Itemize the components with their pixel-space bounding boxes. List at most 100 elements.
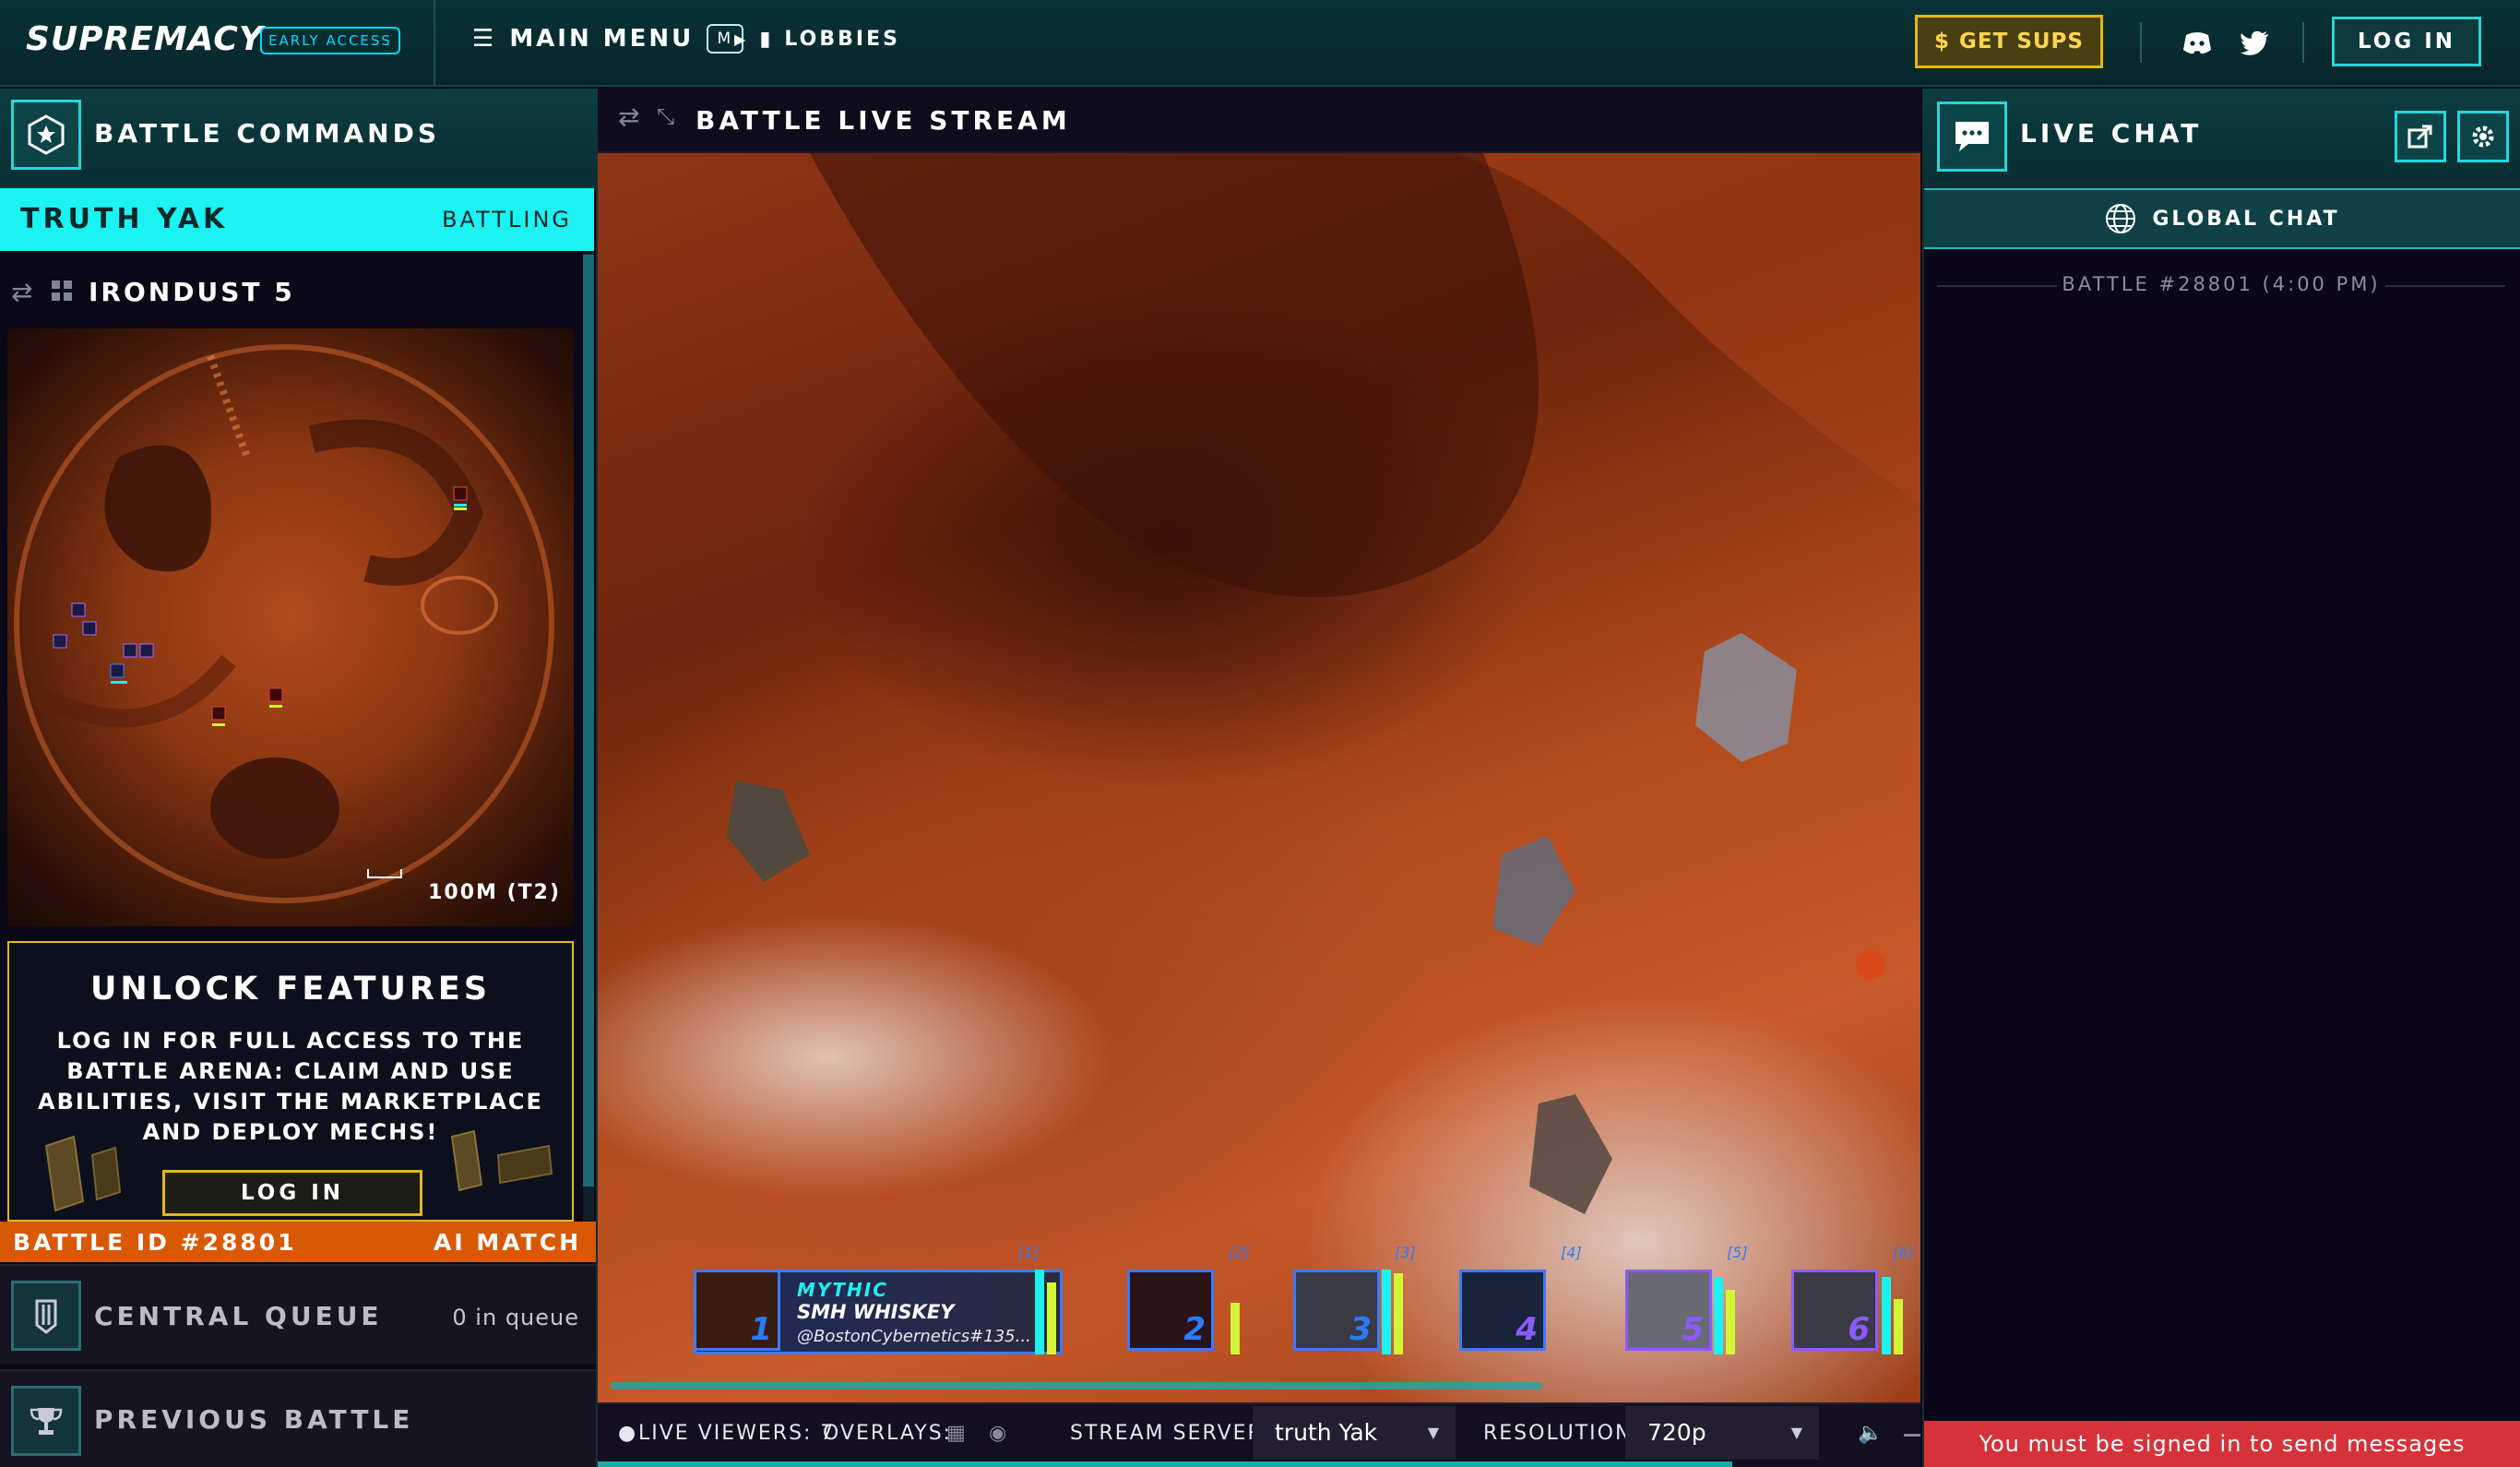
previous-battle-label: PREVIOUS BATTLE — [94, 1404, 414, 1435]
popout-icon[interactable] — [2395, 111, 2446, 162]
settings-gear-icon[interactable] — [2457, 111, 2509, 162]
mech-thumb-1: 1 — [694, 1270, 780, 1351]
mech-name: SMH WHISKEY — [797, 1301, 955, 1323]
trophy-icon — [11, 1386, 81, 1456]
chevron-down-icon: ▼ — [1790, 1424, 1802, 1441]
chevron-down-icon: ▼ — [1427, 1424, 1439, 1441]
lobbies-icon: ▮ — [759, 28, 774, 51]
previous-battle-row[interactable]: PREVIOUS BATTLE — [0, 1369, 596, 1467]
swap-icon[interactable]: ⇄ — [11, 277, 32, 307]
volume-icon[interactable]: 🔈 — [1858, 1422, 1884, 1445]
mech-index: [3] — [1395, 1244, 1416, 1261]
stream-progress — [611, 1382, 1542, 1389]
live-chat-title: LIVE CHAT — [2020, 118, 2203, 149]
mech-number: 5 — [1682, 1311, 1704, 1348]
resolution-select[interactable]: 720p ▼ — [1625, 1406, 1819, 1460]
chat-separator-text: BATTLE #28801 (4:00 PM) — [2062, 273, 2381, 295]
mech-health-bars — [1382, 1270, 1403, 1354]
mech-number: 6 — [1848, 1311, 1870, 1348]
mech-number: 4 — [1516, 1311, 1538, 1348]
mech-number: 3 — [1349, 1311, 1372, 1348]
mech-health-bars — [1714, 1270, 1735, 1354]
queue-icon — [11, 1281, 81, 1351]
current-player-row: TRUTH YAK BATTLING — [0, 188, 594, 251]
mech-card-1[interactable]: 1 MYTHIC SMH WHISKEY @BostonCybernetics#… — [694, 1244, 1070, 1354]
main-menu-label: MAIN MENU — [509, 25, 695, 53]
battle-id-bar: BATTLE ID #28801 AI MATCH — [0, 1222, 596, 1262]
minimize-icon[interactable]: ⤡ — [657, 103, 674, 129]
mech-card-2[interactable]: 2 [2] — [1127, 1244, 1256, 1354]
film-icon[interactable]: ▦ — [946, 1422, 968, 1445]
mech-card-4[interactable]: 4 [4] — [1459, 1244, 1588, 1354]
twitter-icon[interactable] — [2238, 26, 2271, 59]
player-name: TRUTH YAK — [20, 203, 229, 235]
shield-bar — [1714, 1277, 1723, 1354]
chevron-right-icon: ▶ — [734, 30, 749, 48]
globe-icon — [2106, 204, 2136, 233]
battle-commands-icon — [11, 100, 81, 170]
swap-icon[interactable]: ⇄ — [618, 101, 639, 132]
overlays-label: OVERLAYS: — [823, 1422, 953, 1445]
mech-thumb-3: 3 — [1293, 1270, 1380, 1351]
battle-minimap[interactable]: 100M (T2) — [7, 328, 574, 926]
discord-icon[interactable] — [2181, 26, 2214, 59]
login-button[interactable]: LOG IN — [2332, 17, 2481, 66]
mech-card-3[interactable]: 3 [3] — [1293, 1244, 1422, 1354]
get-sups-button[interactable]: $ GET SUPS — [1915, 15, 2103, 68]
mech-card-5[interactable]: 5 [5] — [1625, 1244, 1754, 1354]
battle-commands-title: BATTLE COMMANDS — [94, 118, 440, 149]
unlock-features-panel: UNLOCK FEATURES LOG IN FOR FULL ACCESS T… — [7, 941, 574, 1222]
resolution-value: 720p — [1647, 1419, 1706, 1446]
mech-index: [2] — [1229, 1244, 1250, 1261]
mech-health-bars — [1035, 1270, 1056, 1354]
sups-icon: $ — [1934, 30, 1951, 54]
battle-id: BATTLE ID #28801 — [13, 1229, 297, 1256]
mech-number: 2 — [1183, 1311, 1206, 1348]
queue-count: 0 in queue — [452, 1305, 579, 1330]
player-status: BATTLING — [442, 207, 572, 233]
shield-bar — [1382, 1270, 1391, 1354]
health-bar — [1394, 1273, 1403, 1354]
chat-battle-separator: BATTLE #28801 (4:00 PM) — [1937, 273, 2505, 299]
tab-global-chat[interactable]: GLOBAL CHAT — [1924, 188, 2520, 249]
battle-video[interactable] — [598, 153, 1920, 1402]
overlay-toggle-icon[interactable]: ◉ — [989, 1422, 1008, 1445]
signin-required-notice: You must be signed in to send messages — [1924, 1421, 2520, 1467]
mech-thumb-5: 5 — [1625, 1270, 1712, 1351]
mech-thumb-2: 2 — [1127, 1270, 1214, 1351]
shield-bar — [1882, 1277, 1891, 1354]
mech-number: 1 — [750, 1311, 772, 1348]
mech-card-6[interactable]: 6 [6] — [1791, 1244, 1920, 1354]
unlock-features-title: UNLOCK FEATURES — [89, 971, 492, 1008]
early-access-badge: EARLY ACCESS — [260, 27, 400, 54]
map-name: IRONDUST 5 — [89, 277, 295, 307]
stream-server-value: truth Yak — [1275, 1419, 1378, 1446]
match-type: AI MATCH — [434, 1229, 581, 1256]
stream-server-select[interactable]: truth Yak ▼ — [1253, 1406, 1456, 1460]
divider — [434, 0, 435, 87]
grid-icon[interactable] — [52, 280, 72, 301]
left-scrollbar-thumb[interactable] — [583, 255, 594, 1187]
main-menu-button[interactable]: ☰ MAIN MENU M — [472, 24, 744, 54]
mech-owner: @BostonCybernetics#135... — [797, 1327, 1031, 1346]
resolution-label: RESOLUTION: — [1483, 1422, 1641, 1445]
unlock-login-button[interactable]: LOG IN — [162, 1170, 422, 1216]
volume-slider[interactable] — [1904, 1434, 1920, 1437]
breadcrumb[interactable]: ▶ ▮ LOBBIES — [734, 28, 900, 51]
central-queue-label: CENTRAL QUEUE — [94, 1301, 383, 1331]
mech-index: [4] — [1561, 1244, 1582, 1261]
health-bar — [1726, 1290, 1735, 1354]
shield-bar — [1035, 1270, 1044, 1354]
stream-server-label: STREAM SERVER: — [1070, 1422, 1272, 1445]
supremacy-logo[interactable]: SUPREMACY — [26, 20, 264, 58]
global-chat-label: GLOBAL CHAT — [2152, 207, 2340, 231]
health-bar — [1230, 1303, 1240, 1354]
breadcrumb-lobbies: LOBBIES — [784, 28, 900, 51]
stream-title: BATTLE LIVE STREAM — [695, 105, 1071, 136]
mech-index: [5] — [1727, 1244, 1748, 1261]
viewer-icon: ● — [618, 1422, 638, 1445]
live-viewers: LIVE VIEWERS: 7 — [638, 1422, 836, 1445]
central-queue-row[interactable]: CENTRAL QUEUE 0 in queue — [0, 1264, 596, 1364]
toolbar-accent — [598, 1461, 1732, 1467]
mech-index: [6] — [1893, 1244, 1914, 1261]
